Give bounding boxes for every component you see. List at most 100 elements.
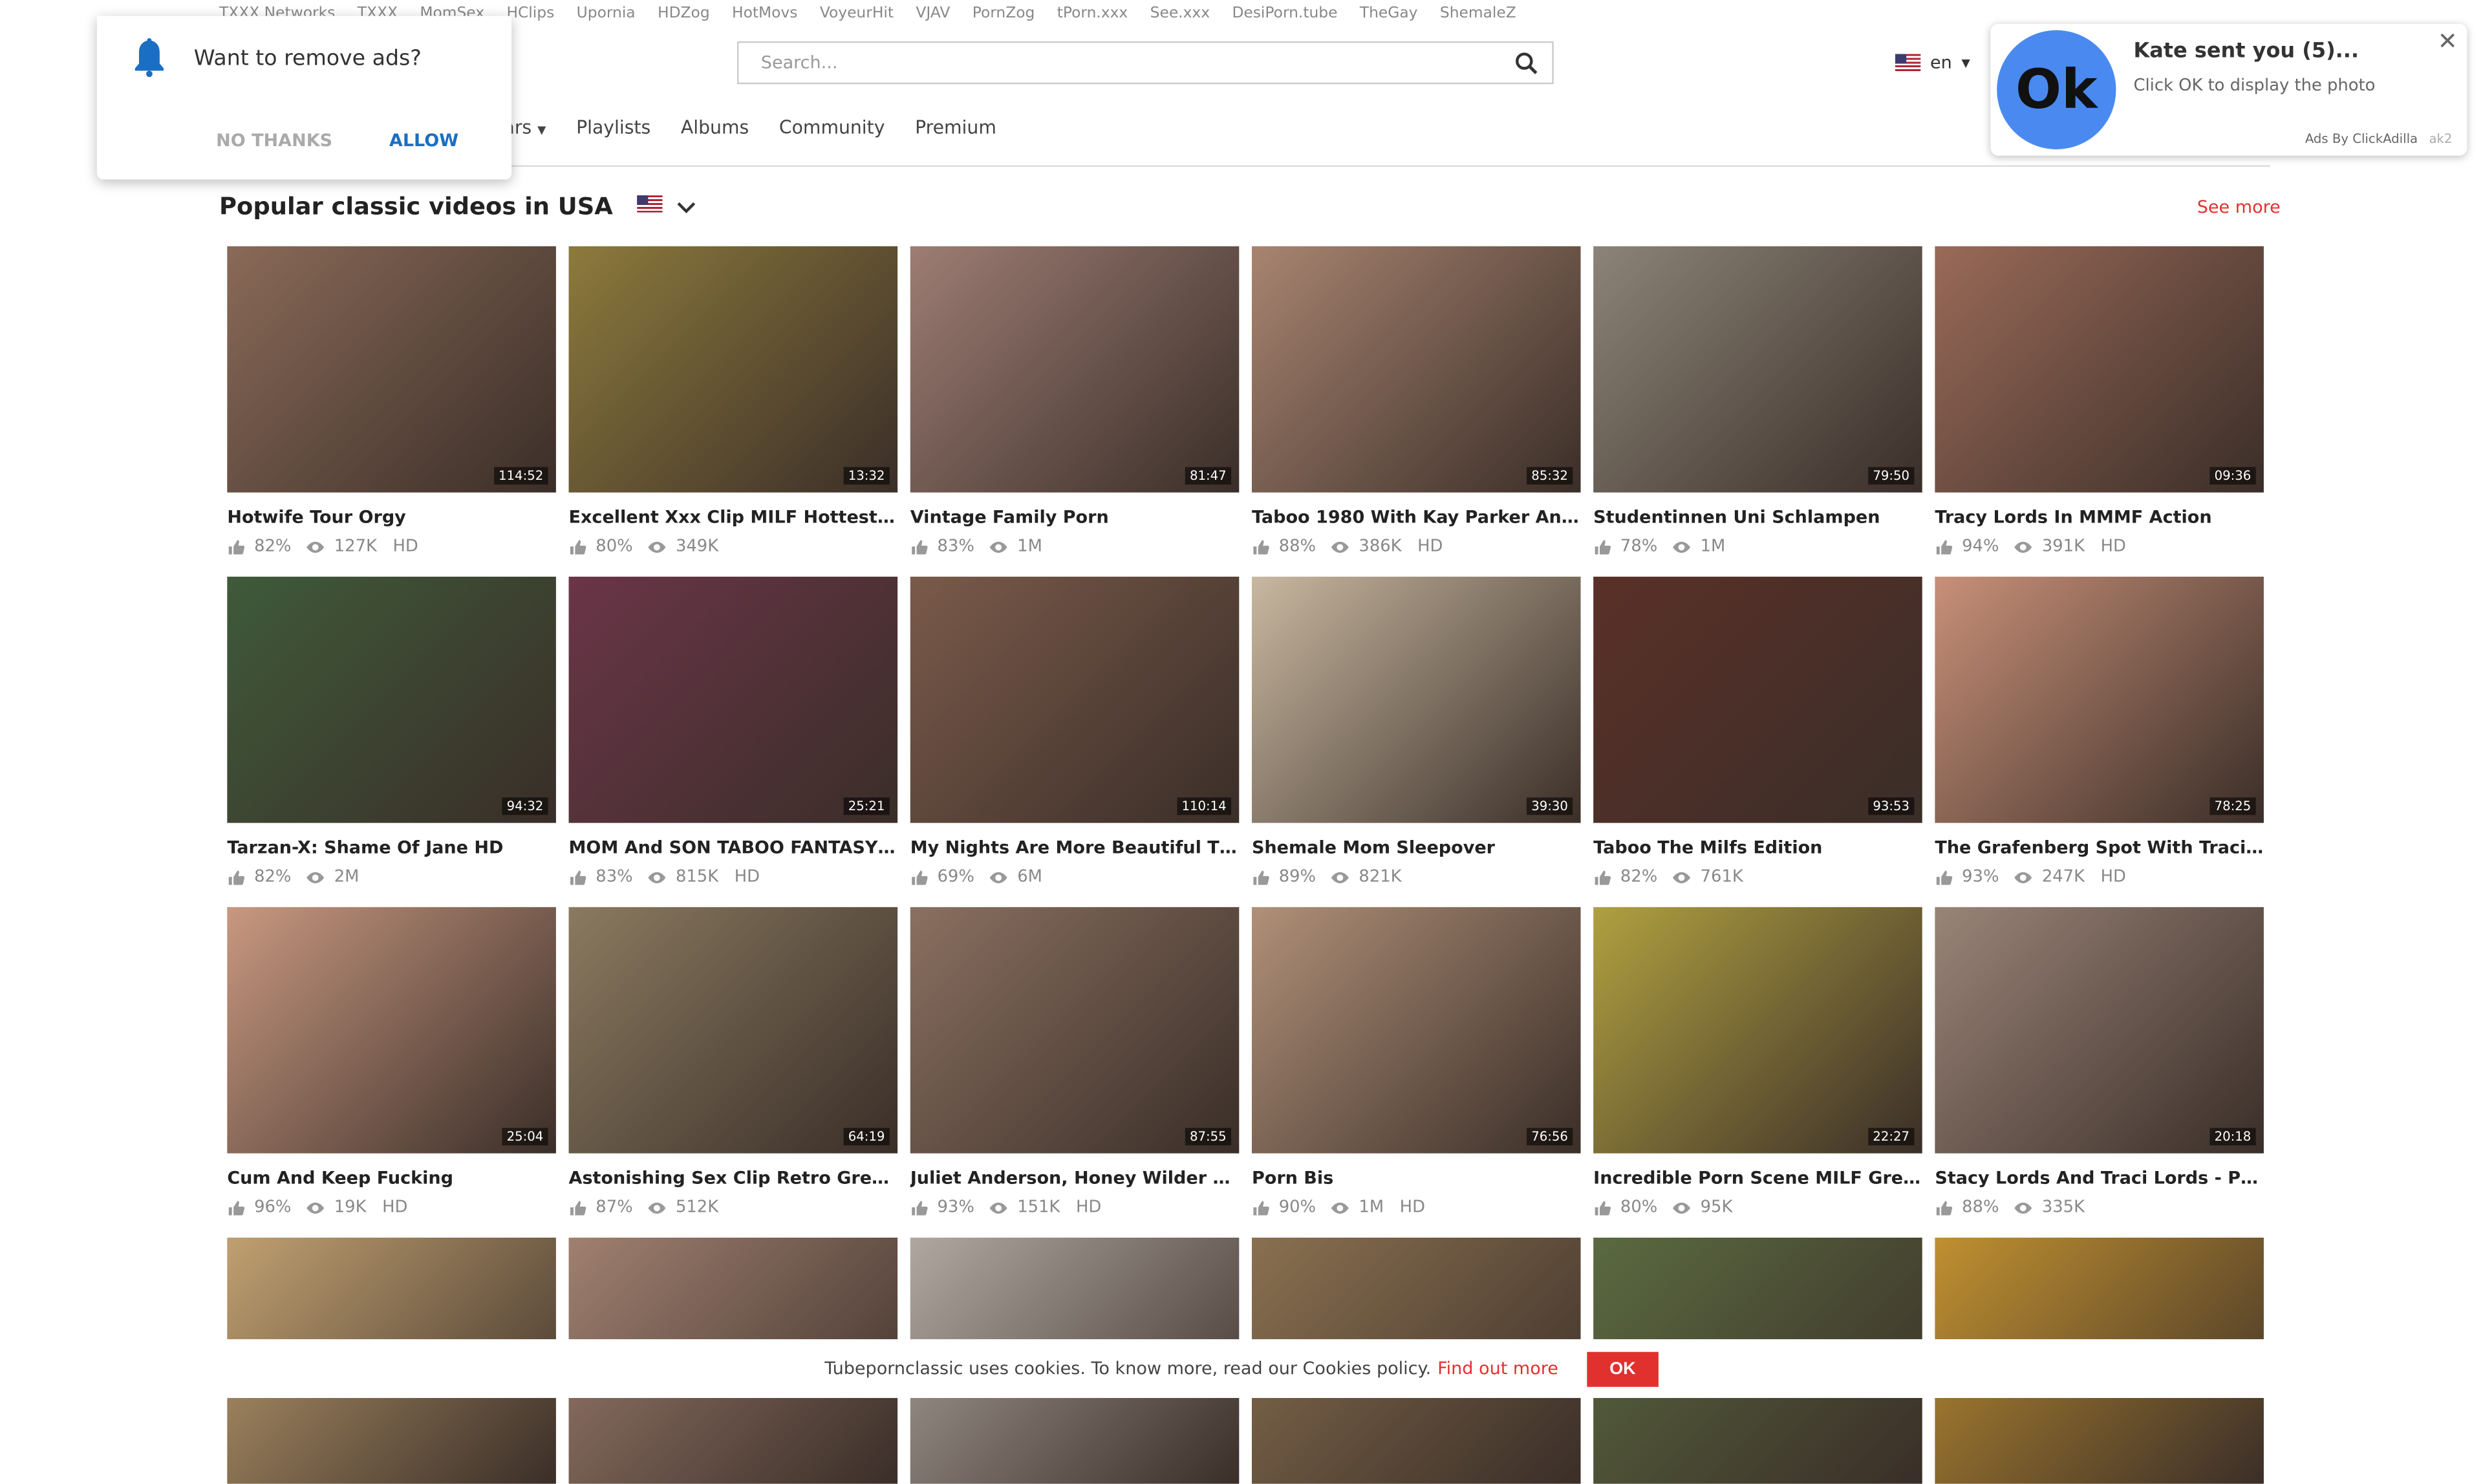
video-thumbnail[interactable]: 79:50 — [1593, 246, 1922, 493]
video-title[interactable]: Cum And Keep Fucking — [227, 1168, 556, 1188]
video-rating: 94% — [1962, 537, 1999, 556]
search-icon[interactable] — [1514, 51, 1539, 76]
video-thumbnail[interactable]: 94:32 — [227, 576, 556, 823]
network-link[interactable]: HDZog — [658, 5, 710, 22]
network-link[interactable]: PornZog — [973, 5, 1035, 22]
ad-notification[interactable]: Ok Kate sent you (5)... Click OK to disp… — [1990, 23, 2467, 156]
video-title[interactable]: Excellent Xxx Clip MILF Hottest Exclusiv… — [569, 507, 898, 528]
network-link[interactable]: TheGay — [1360, 5, 1418, 22]
video-thumbnail[interactable]: 25:04 — [227, 907, 556, 1154]
video-thumbnail[interactable]: 87:55 — [910, 907, 1240, 1154]
allow-button[interactable]: ALLOW — [389, 130, 458, 151]
video-duration: 114:52 — [493, 467, 548, 485]
video-title[interactable]: Astonishing Sex Clip Retro Greatest , It… — [569, 1168, 898, 1188]
ad-ok-logo[interactable]: Ok — [1997, 30, 2116, 149]
video-title[interactable]: Stacy Lords And Traci Lords - Pornstars … — [1935, 1168, 2264, 1188]
video-card[interactable]: 110:14 My Nights Are More Beautiful Than … — [910, 576, 1240, 887]
thumbs-up-icon — [228, 539, 245, 554]
search-input[interactable] — [757, 50, 1495, 75]
video-card[interactable]: 76:56 Porn Bis 90% 1M HD — [1251, 907, 1581, 1217]
video-card[interactable]: 13:32 Excellent Xxx Clip MILF Hottest Exc… — [568, 246, 898, 556]
eye-icon — [307, 871, 325, 883]
video-title[interactable]: The Grafenberg Spot With Traci Lords — [1935, 837, 2264, 858]
video-thumbnail[interactable]: 76:56 — [1251, 907, 1581, 1154]
video-card[interactable]: 64:19 Astonishing Sex Clip Retro Greatest… — [568, 907, 898, 1217]
video-card[interactable]: 39:30 Shemale Mom Sleepover 89% 821K — [1251, 576, 1581, 887]
video-card[interactable]: 79:50 Studentinnen Uni Schlampen 78% 1M — [1593, 246, 1922, 556]
video-card[interactable]: 85:32 Taboo 1980 With Kay Parker And Doro… — [1251, 246, 1581, 556]
menu-premium[interactable]: Premium — [915, 116, 996, 138]
video-rating: 96% — [254, 1198, 292, 1217]
video-title[interactable]: Shemale Mom Sleepover — [1252, 837, 1581, 858]
video-stats: 82% 127K HD — [227, 537, 556, 556]
video-views: 151K — [1017, 1198, 1060, 1217]
video-duration: 13:32 — [843, 467, 890, 485]
thumbs-up-icon — [1936, 870, 1953, 885]
video-thumbnail[interactable]: 93:53 — [1593, 576, 1922, 823]
video-thumbnail[interactable]: 81:47 — [910, 246, 1240, 493]
video-title[interactable]: Tracy Lords In MMMF Action — [1935, 507, 2264, 528]
video-title[interactable]: Studentinnen Uni Schlampen — [1593, 507, 1922, 528]
video-card[interactable]: 78:25 The Grafenberg Spot With Traci Lord… — [1935, 576, 2264, 887]
menu-albums[interactable]: Albums — [681, 116, 749, 138]
eye-icon — [990, 871, 1008, 883]
video-thumbnail[interactable]: 114:52 — [227, 246, 556, 493]
hd-badge: HD — [734, 867, 760, 887]
video-title[interactable]: My Nights Are More Beautiful Than Your D… — [910, 837, 1240, 858]
video-stats: 90% 1M HD — [1252, 1198, 1581, 1217]
video-title[interactable]: MOM And SON TABOO FANTASY ( Vintage ) — [569, 837, 898, 858]
video-stats: 88% 386K HD — [1252, 537, 1581, 556]
network-link[interactable]: VoyeurHit — [820, 5, 894, 22]
video-thumbnail[interactable]: 64:19 — [568, 907, 898, 1154]
eye-icon — [1331, 541, 1349, 552]
video-card[interactable]: 93:53 Taboo The Milfs Edition 82% 761K — [1593, 576, 1922, 887]
video-thumbnail[interactable]: 25:21 — [568, 576, 898, 823]
video-title[interactable]: Hotwife Tour Orgy — [227, 507, 556, 528]
video-thumbnail[interactable]: 20:18 — [1935, 907, 2264, 1154]
video-title[interactable]: Juliet Anderson, Honey Wilder And Ron Je… — [910, 1168, 1240, 1188]
menu-community[interactable]: Community — [779, 116, 885, 138]
find-out-more-link[interactable]: Find out more — [1437, 1359, 1558, 1379]
video-thumbnail[interactable]: 110:14 — [910, 576, 1240, 823]
video-rating: 87% — [596, 1198, 633, 1217]
video-card[interactable]: 25:21 MOM And SON TABOO FANTASY ( Vintage… — [568, 576, 898, 887]
video-card[interactable]: 25:04 Cum And Keep Fucking 96% 19K HD — [227, 907, 556, 1217]
network-link[interactable]: tPorn.xxx — [1057, 5, 1128, 22]
network-link[interactable]: DesiPorn.tube — [1232, 5, 1337, 22]
video-title[interactable]: Incredible Porn Scene MILF Greatest Youv… — [1593, 1168, 1922, 1188]
video-thumbnail[interactable]: 78:25 — [1935, 576, 2264, 823]
network-link[interactable]: HClips — [506, 5, 554, 22]
see-more-link[interactable]: See more — [2197, 197, 2281, 218]
video-title[interactable]: Tarzan-X: Shame Of Jane HD — [227, 837, 556, 858]
video-card[interactable]: 20:18 Stacy Lords And Traci Lords - Porns… — [1935, 907, 2264, 1217]
video-title[interactable]: Porn Bis — [1252, 1168, 1581, 1188]
video-duration: 94:32 — [502, 797, 548, 815]
video-title[interactable]: Taboo The Milfs Edition — [1593, 837, 1922, 858]
thumbs-up-icon — [912, 870, 928, 885]
video-card[interactable]: 87:55 Juliet Anderson, Honey Wilder And R… — [910, 907, 1240, 1217]
video-card[interactable]: 09:36 Tracy Lords In MMMF Action 94% 391K HD — [1935, 246, 2264, 556]
network-link[interactable]: See.xxx — [1150, 5, 1210, 22]
chevron-down-icon[interactable] — [677, 202, 696, 215]
video-thumbnail[interactable]: 85:32 — [1251, 246, 1581, 493]
menu-playlists[interactable]: Playlists — [576, 116, 650, 138]
video-title[interactable]: Vintage Family Porn — [910, 507, 1240, 528]
video-card[interactable]: 114:52 Hotwife Tour Orgy 82% 127K HD — [227, 246, 556, 556]
video-thumbnail[interactable]: 13:32 — [568, 246, 898, 493]
video-card[interactable]: 81:47 Vintage Family Porn 83% 1M — [910, 246, 1240, 556]
network-link[interactable]: HotMovs — [732, 5, 797, 22]
video-thumbnail[interactable]: 09:36 — [1935, 246, 2264, 493]
video-card[interactable]: 22:27 Incredible Porn Scene MILF Greatest… — [1593, 907, 1922, 1217]
close-icon[interactable]: ✕ — [2438, 27, 2458, 56]
network-link[interactable]: Upornia — [577, 5, 636, 22]
no-thanks-button[interactable]: NO THANKS — [216, 130, 332, 151]
network-link[interactable]: ShemaleZ — [1440, 5, 1516, 22]
video-duration: 78:25 — [2209, 797, 2256, 815]
video-thumbnail[interactable]: 22:27 — [1593, 907, 1922, 1154]
language-selector[interactable]: en ▼ — [1895, 52, 1970, 73]
cookie-ok-button[interactable]: OK — [1587, 1351, 1659, 1386]
video-thumbnail[interactable]: 39:30 — [1251, 576, 1581, 823]
video-card[interactable]: 94:32 Tarzan-X: Shame Of Jane HD 82% 2M — [227, 576, 556, 887]
video-title[interactable]: Taboo 1980 With Kay Parker And Dorothy — [1252, 507, 1581, 528]
network-link[interactable]: VJAV — [916, 5, 950, 22]
